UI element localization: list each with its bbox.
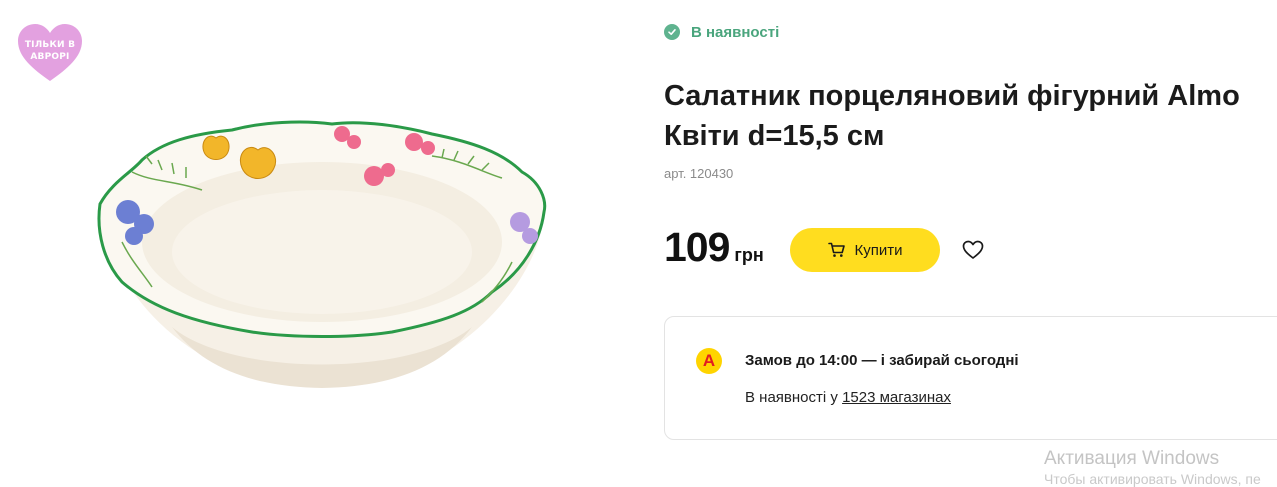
price-currency: грн <box>734 245 764 265</box>
favorite-button[interactable] <box>961 238 985 262</box>
windows-activation-title: Активация Windows <box>1044 448 1220 469</box>
badge-line-1: ТІЛЬКИ В <box>24 40 76 50</box>
cart-icon <box>827 242 846 258</box>
buy-button[interactable]: Купити <box>790 228 940 272</box>
store-logo-letter: А <box>702 351 716 370</box>
product-sku: арт. 120430 <box>664 166 734 181</box>
price-value: 109 <box>664 224 730 270</box>
pickup-info-card: А Замов до 14:00 — і забирай сьогодні В … <box>664 316 1277 440</box>
product-title: Салатник порцеляновий фігурний Almo Квіт… <box>664 76 1274 156</box>
salad-bowl-image <box>97 120 547 388</box>
pickup-stock: В наявності у 1523 магазинах <box>745 389 951 406</box>
product-price: 109 грн <box>664 224 764 271</box>
heart-outline-icon <box>962 240 984 259</box>
stock-status-label: В наявності <box>691 23 780 41</box>
pickup-stock-prefix: В наявності у <box>745 389 838 406</box>
stock-status: В наявності <box>664 22 779 42</box>
exclusive-badge: ТІЛЬКИ В АВРОРІ <box>17 23 83 83</box>
windows-activation-subtitle: Чтобы активировать Windows, пе <box>1044 471 1261 487</box>
pickup-title: Замов до 14:00 — і забирай сьогодні <box>745 352 1019 369</box>
check-circle-icon <box>664 24 680 40</box>
product-image <box>92 112 552 397</box>
stores-link[interactable]: 1523 магазинах <box>842 389 951 406</box>
buy-button-label: Купити <box>854 241 903 259</box>
product-title-line-2: Квіти d=15,5 см <box>664 120 885 152</box>
badge-line-2: АВРОРІ <box>30 52 70 62</box>
product-title-line-1: Салатник порцеляновий фігурний Almo <box>664 80 1240 112</box>
store-logo-icon: А <box>696 348 722 374</box>
